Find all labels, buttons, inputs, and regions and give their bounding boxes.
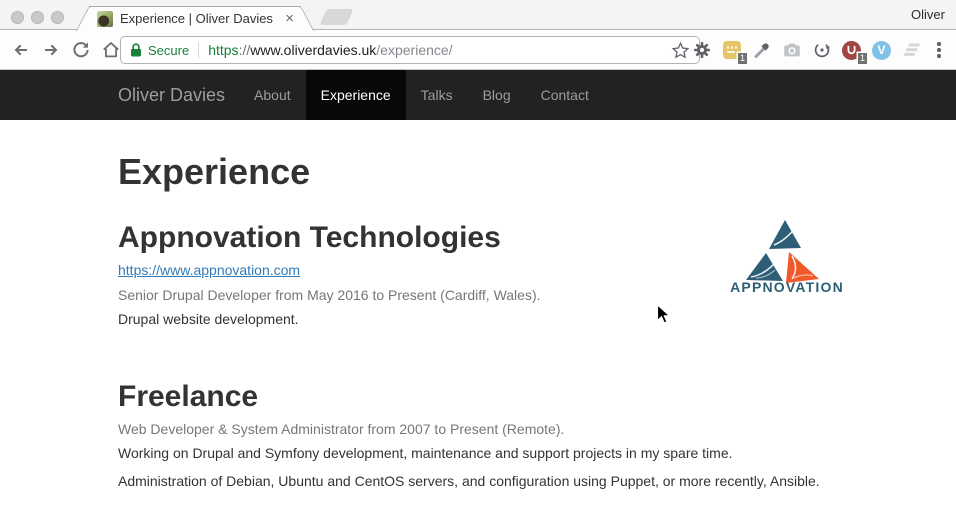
nav-item-contact[interactable]: Contact (526, 70, 604, 120)
extension-badge: 1 (738, 53, 747, 64)
eyedropper-extension-icon[interactable] (751, 40, 772, 61)
notes-extension-icon[interactable]: 1 (721, 40, 742, 61)
close-window-button[interactable] (11, 11, 24, 24)
forward-icon[interactable] (40, 40, 61, 61)
lock-icon[interactable] (129, 42, 143, 58)
site-navbar: Oliver Davies About Experience Talks Blo… (0, 70, 956, 120)
layers-extension-icon[interactable] (901, 40, 922, 61)
role-meta-text: Web Developer & System Administrator fro… (118, 419, 838, 439)
back-icon[interactable] (10, 40, 31, 61)
appnovation-logo: APPNOVATION (726, 218, 848, 299)
url-scheme: https (208, 42, 238, 58)
zoom-window-button[interactable] (51, 11, 64, 24)
section-appnovation: Appnovation Technologies https://www.app… (118, 192, 838, 329)
tab-close-icon[interactable]: × (285, 7, 294, 31)
new-tab-button[interactable] (319, 9, 353, 25)
window-controls (11, 11, 64, 24)
url-text: https://www.oliverdavies.uk/experience/ (208, 42, 452, 58)
tab-title: Experience | Oliver Davies (120, 7, 280, 31)
url-path: /experience/ (376, 42, 452, 58)
company-website-link[interactable]: https://www.appnovation.com (118, 262, 300, 278)
nav-item-talks[interactable]: Talks (406, 70, 468, 120)
red-circle-extension-icon[interactable]: 1 (841, 40, 862, 61)
page-content: Experience Appnovation Technologies http… (118, 120, 838, 499)
section-title: Freelance (118, 380, 838, 413)
section-freelance: Freelance Web Developer & System Adminis… (118, 333, 838, 491)
home-icon[interactable] (100, 40, 121, 61)
url-separator: :// (239, 42, 251, 58)
browser-tab[interactable]: Experience | Oliver Davies × (89, 6, 301, 31)
secure-label: Secure (148, 43, 189, 58)
url-host: www.oliverdavies.uk (250, 42, 376, 58)
address-bar[interactable]: Secure https://www.oliverdavies.uk/exper… (120, 36, 700, 64)
address-bar-divider (198, 42, 199, 58)
extension-badge: 1 (858, 53, 867, 64)
minimize-window-button[interactable] (31, 11, 44, 24)
vimium-extension-glyph: V (872, 41, 891, 60)
page-title: Experience (118, 152, 838, 192)
browser-menu-icon[interactable] (931, 40, 947, 61)
gear-extension-icon[interactable] (691, 40, 712, 61)
navbar-brand[interactable]: Oliver Davies (118, 70, 225, 120)
nav-item-blog[interactable]: Blog (468, 70, 526, 120)
mouse-cursor (656, 304, 671, 330)
vimium-extension-icon[interactable]: V (871, 40, 892, 61)
window-titlebar: Experience | Oliver Davies × Oliver (0, 0, 956, 30)
section-paragraph: Administration of Debian, Ubuntu and Cen… (118, 471, 838, 491)
tab-favicon-avatar (97, 11, 113, 27)
tab-reloader-extension-icon[interactable] (811, 40, 832, 61)
nav-item-about[interactable]: About (239, 70, 306, 120)
browser-profile-name[interactable]: Oliver (911, 7, 945, 22)
bookmark-star-icon[interactable] (670, 40, 691, 61)
reload-icon[interactable] (70, 40, 91, 61)
browser-toolbar: Secure https://www.oliverdavies.uk/exper… (0, 31, 956, 70)
section-paragraph: Working on Drupal and Symfony developmen… (118, 443, 838, 463)
camera-extension-icon[interactable] (781, 40, 802, 61)
section-paragraph: Drupal website development. (118, 309, 838, 329)
appnovation-wordmark: APPNOVATION (730, 279, 844, 294)
nav-item-experience[interactable]: Experience (306, 70, 406, 120)
